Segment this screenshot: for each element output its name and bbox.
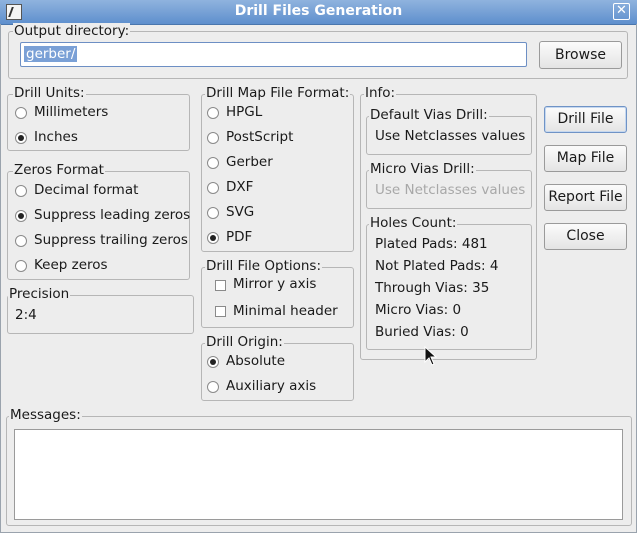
keep-zeros-label: Keep zeros xyxy=(34,257,108,273)
dxf-radio[interactable] xyxy=(207,182,219,194)
not-plated-pads-count: Not Plated Pads: 4 xyxy=(375,258,499,274)
mouse-cursor-icon xyxy=(424,346,438,366)
title-bar: Drill Files Generation ✕ xyxy=(0,0,637,25)
buried-vias-count: Buried Vias: 0 xyxy=(375,324,469,340)
default-vias-value: Use Netclasses values xyxy=(375,128,526,144)
drill-file-options-label: Drill File Options: xyxy=(205,258,323,274)
gerber-radio[interactable] xyxy=(207,157,219,169)
micro-vias-label: Micro Vias Drill: xyxy=(369,161,476,177)
dxf-label: DXF xyxy=(226,179,254,195)
close-icon[interactable]: ✕ xyxy=(613,3,630,20)
plated-pads-count: Plated Pads: 481 xyxy=(375,236,488,252)
zeros-format-label: Zeros Format xyxy=(13,162,105,178)
messages-textarea[interactable] xyxy=(14,429,623,520)
drill-file-button[interactable]: Drill File xyxy=(544,106,627,133)
auxiliary-axis-radio[interactable] xyxy=(207,381,219,393)
output-directory-input[interactable]: gerber/ xyxy=(20,42,527,67)
mirror-y-checkbox[interactable] xyxy=(215,280,226,291)
keep-zeros-radio[interactable] xyxy=(15,260,27,272)
through-vias-count: Through Vias: 35 xyxy=(375,280,490,296)
decimal-format-label: Decimal format xyxy=(34,182,139,198)
suppress-trailing-label: Suppress trailing zeros xyxy=(34,232,188,248)
drill-map-format-label: Drill Map File Format: xyxy=(205,85,351,101)
suppress-leading-label: Suppress leading zeros xyxy=(34,207,191,223)
auxiliary-axis-label: Auxiliary axis xyxy=(226,378,317,394)
default-vias-label: Default Vias Drill: xyxy=(369,107,489,123)
output-directory-value: gerber/ xyxy=(24,46,78,62)
gerber-label: Gerber xyxy=(226,154,273,170)
postscript-radio[interactable] xyxy=(207,132,219,144)
window-title: Drill Files Generation xyxy=(234,3,403,19)
report-file-button[interactable]: Report File xyxy=(544,184,627,211)
info-label: Info: xyxy=(364,85,397,101)
minimal-header-label: Minimal header xyxy=(233,303,338,319)
inches-label: Inches xyxy=(34,129,78,145)
close-button[interactable]: Close xyxy=(544,223,627,250)
micro-vias-value: Use Netclasses values xyxy=(375,182,526,198)
postscript-label: PostScript xyxy=(226,129,294,145)
browse-button[interactable]: Browse xyxy=(539,41,622,69)
drill-origin-label: Drill Origin: xyxy=(205,334,284,350)
absolute-label: Absolute xyxy=(226,353,286,369)
suppress-trailing-radio[interactable] xyxy=(15,235,27,247)
output-directory-label: Output directory: xyxy=(13,23,131,39)
pdf-radio[interactable] xyxy=(207,232,219,244)
absolute-radio[interactable] xyxy=(207,356,219,368)
map-file-button[interactable]: Map File xyxy=(544,145,627,172)
svg-radio[interactable] xyxy=(207,207,219,219)
pdf-label: PDF xyxy=(226,229,253,245)
inches-radio[interactable] xyxy=(15,132,27,144)
decimal-format-radio[interactable] xyxy=(15,185,27,197)
suppress-leading-radio[interactable] xyxy=(15,210,27,222)
micro-vias-count: Micro Vias: 0 xyxy=(375,302,462,318)
hpgl-label: HPGL xyxy=(226,104,263,120)
minimal-header-checkbox[interactable] xyxy=(215,306,226,317)
svg-label: SVG xyxy=(226,204,255,220)
drill-units-label: Drill Units: xyxy=(13,85,86,101)
mirror-y-label: Mirror y axis xyxy=(233,276,317,292)
holes-count-label: Holes Count: xyxy=(369,215,458,231)
precision-value: 2:4 xyxy=(15,307,37,323)
millimeters-radio[interactable] xyxy=(15,107,27,119)
messages-label: Messages: xyxy=(9,407,82,423)
drill-map-format-group xyxy=(201,94,354,252)
precision-label: Precision xyxy=(8,286,71,302)
hpgl-radio[interactable] xyxy=(207,107,219,119)
millimeters-label: Millimeters xyxy=(34,104,109,120)
